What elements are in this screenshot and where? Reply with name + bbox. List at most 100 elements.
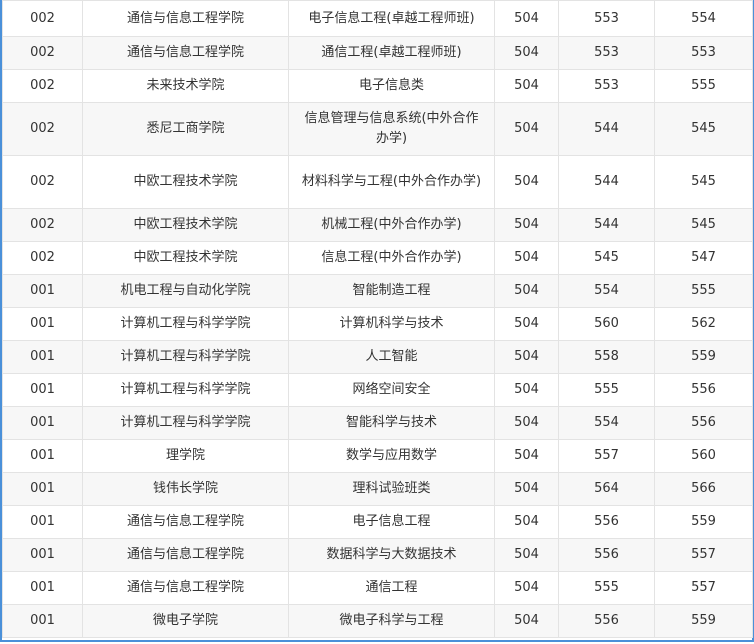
major-cell: 计算机科学与技术 (288, 307, 495, 341)
college-cell: 未来技术学院 (82, 69, 289, 103)
min-score-cell: 545 (558, 241, 655, 275)
max-score-cell: 545 (654, 102, 753, 156)
max-score-cell: 545 (654, 208, 753, 242)
max-score-cell: 547 (654, 241, 753, 275)
major-cell: 网络空间安全 (288, 373, 495, 407)
group-code-cell: 002 (2, 241, 83, 275)
control-line-cell: 504 (494, 69, 559, 103)
min-score-cell: 557 (558, 439, 655, 473)
group-code-cell: 002 (2, 0, 83, 37)
max-score-cell: 562 (654, 307, 753, 341)
max-score-cell: 553 (654, 36, 753, 70)
major-cell: 人工智能 (288, 340, 495, 374)
group-code-cell: 002 (2, 69, 83, 103)
control-line-cell: 504 (494, 102, 559, 156)
table-row: 001 通信与信息工程学院 数据科学与大数据技术 504 556 557 (2, 538, 753, 572)
control-line-cell: 504 (494, 36, 559, 70)
table-row: 001 机电工程与自动化学院 智能制造工程 504 554 555 (2, 274, 753, 308)
group-code-cell: 001 (2, 472, 83, 506)
control-line-cell: 504 (494, 406, 559, 440)
group-code-cell: 001 (2, 505, 83, 539)
group-code-cell: 002 (2, 36, 83, 70)
college-cell: 通信与信息工程学院 (82, 36, 289, 70)
major-cell: 理科试验班类 (288, 472, 495, 506)
college-cell: 机电工程与自动化学院 (82, 274, 289, 308)
college-cell: 微电子学院 (82, 604, 289, 638)
min-score-cell: 544 (558, 208, 655, 242)
control-line-cell: 504 (494, 208, 559, 242)
college-cell: 中欧工程技术学院 (82, 241, 289, 275)
table-row: 002 通信与信息工程学院 电子信息工程(卓越工程师班) 504 553 554 (2, 0, 753, 37)
table-row: 002 中欧工程技术学院 材料科学与工程(中外合作办学) 504 544 545 (2, 155, 753, 209)
min-score-cell: 558 (558, 340, 655, 374)
college-cell: 计算机工程与科学学院 (82, 406, 289, 440)
table-row: 001 通信与信息工程学院 通信工程 504 555 557 (2, 571, 753, 605)
control-line-cell: 504 (494, 373, 559, 407)
min-score-cell: 560 (558, 307, 655, 341)
table-row: 001 微电子学院 微电子科学与工程 504 556 559 (2, 604, 753, 638)
control-line-cell: 504 (494, 241, 559, 275)
min-score-cell: 554 (558, 406, 655, 440)
group-code-cell: 002 (2, 208, 83, 242)
major-cell: 电子信息工程(卓越工程师班) (288, 0, 495, 37)
group-code-cell: 001 (2, 439, 83, 473)
college-cell: 计算机工程与科学学院 (82, 340, 289, 374)
group-code-cell: 002 (2, 155, 83, 209)
table-row: 001 计算机工程与科学学院 计算机科学与技术 504 560 562 (2, 307, 753, 341)
major-cell: 通信工程 (288, 571, 495, 605)
college-cell: 理学院 (82, 439, 289, 473)
college-cell: 通信与信息工程学院 (82, 571, 289, 605)
min-score-cell: 564 (558, 472, 655, 506)
max-score-cell: 545 (654, 155, 753, 209)
college-cell: 中欧工程技术学院 (82, 155, 289, 209)
min-score-cell: 555 (558, 571, 655, 605)
group-code-cell: 001 (2, 274, 83, 308)
major-cell: 电子信息工程 (288, 505, 495, 539)
major-cell: 材料科学与工程(中外合作办学) (288, 155, 495, 209)
admission-score-table: 002 通信与信息工程学院 电子信息工程(卓越工程师班) 504 553 554 002 通信… (2, 0, 753, 638)
major-cell: 智能制造工程 (288, 274, 495, 308)
min-score-cell: 544 (558, 102, 655, 156)
max-score-cell: 556 (654, 406, 753, 440)
control-line-cell: 504 (494, 155, 559, 209)
max-score-cell: 554 (654, 0, 753, 37)
min-score-cell: 556 (558, 538, 655, 572)
group-code-cell: 001 (2, 373, 83, 407)
major-cell: 电子信息类 (288, 69, 495, 103)
min-score-cell: 544 (558, 155, 655, 209)
major-cell: 智能科学与技术 (288, 406, 495, 440)
major-cell: 数学与应用数学 (288, 439, 495, 473)
min-score-cell: 553 (558, 69, 655, 103)
college-cell: 中欧工程技术学院 (82, 208, 289, 242)
major-cell: 信息工程(中外合作办学) (288, 241, 495, 275)
group-code-cell: 001 (2, 406, 83, 440)
max-score-cell: 566 (654, 472, 753, 506)
max-score-cell: 556 (654, 373, 753, 407)
table-row: 002 未来技术学院 电子信息类 504 553 555 (2, 69, 753, 103)
min-score-cell: 556 (558, 604, 655, 638)
table-row: 001 理学院 数学与应用数学 504 557 560 (2, 439, 753, 473)
min-score-cell: 553 (558, 0, 655, 37)
max-score-cell: 557 (654, 538, 753, 572)
table-row: 002 中欧工程技术学院 信息工程(中外合作办学) 504 545 547 (2, 241, 753, 275)
min-score-cell: 553 (558, 36, 655, 70)
control-line-cell: 504 (494, 538, 559, 572)
control-line-cell: 504 (494, 439, 559, 473)
college-cell: 计算机工程与科学学院 (82, 373, 289, 407)
min-score-cell: 556 (558, 505, 655, 539)
table-row: 002 悉尼工商学院 信息管理与信息系统(中外合作办学) 504 544 545 (2, 102, 753, 156)
table-row: 002 通信与信息工程学院 通信工程(卓越工程师班) 504 553 553 (2, 36, 753, 70)
major-cell: 数据科学与大数据技术 (288, 538, 495, 572)
min-score-cell: 555 (558, 373, 655, 407)
table-row: 001 计算机工程与科学学院 网络空间安全 504 555 556 (2, 373, 753, 407)
college-cell: 钱伟长学院 (82, 472, 289, 506)
major-cell: 通信工程(卓越工程师班) (288, 36, 495, 70)
group-code-cell: 001 (2, 538, 83, 572)
control-line-cell: 504 (494, 505, 559, 539)
max-score-cell: 555 (654, 274, 753, 308)
major-cell: 信息管理与信息系统(中外合作办学) (288, 102, 495, 156)
max-score-cell: 560 (654, 439, 753, 473)
college-cell: 通信与信息工程学院 (82, 505, 289, 539)
table-row: 001 通信与信息工程学院 电子信息工程 504 556 559 (2, 505, 753, 539)
control-line-cell: 504 (494, 571, 559, 605)
